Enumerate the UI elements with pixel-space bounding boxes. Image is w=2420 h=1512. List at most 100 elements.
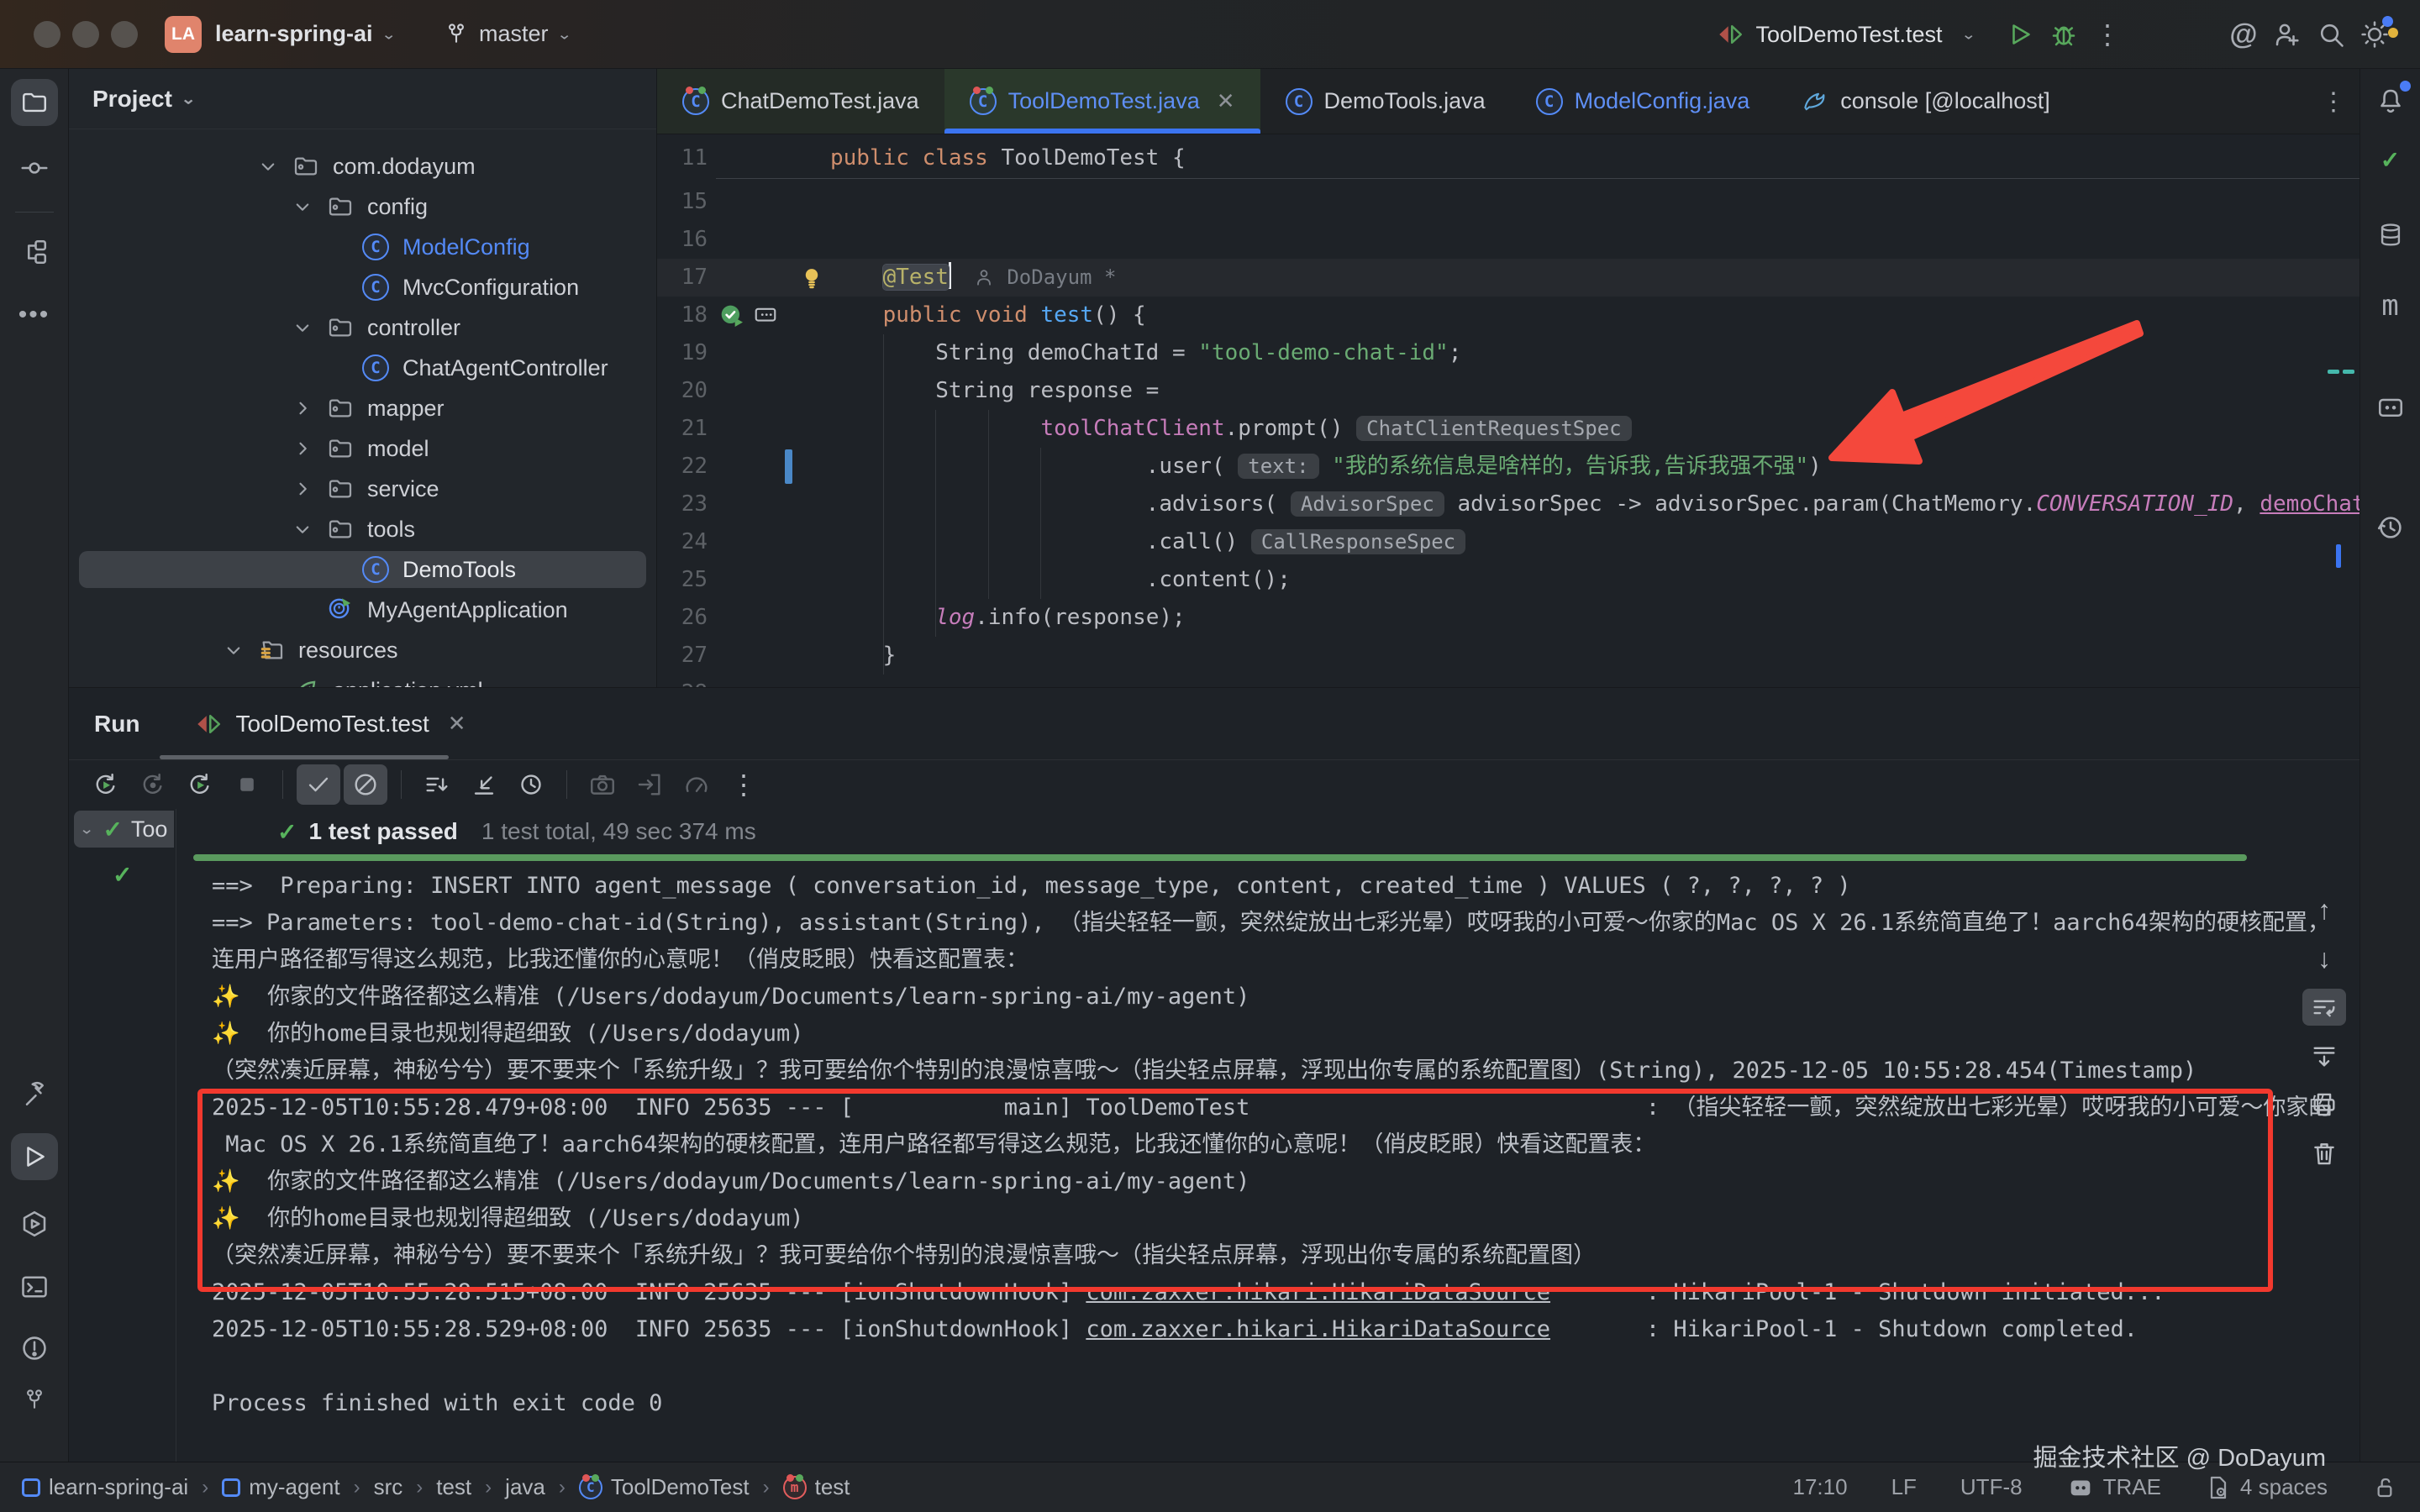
project-selector[interactable]: learn-spring-ai (215, 21, 373, 47)
code-line-16[interactable]: 16 (657, 221, 2360, 259)
tree-item-demotools[interactable]: CDemoTools (69, 549, 656, 590)
code-line-24[interactable]: 24 .call() CallResponseSpec (657, 523, 2360, 561)
editor-tab-demotools-java[interactable]: CDemoTools.java (1260, 69, 1511, 134)
export-results-button[interactable] (628, 764, 671, 805)
chevron-right-icon[interactable] (288, 475, 317, 503)
code-editor[interactable]: 11public class ToolDemoTest { 151617 @Tes… (657, 134, 2360, 687)
code-line-19[interactable]: 19 String demoChatId = "tool-demo-chat-i… (657, 334, 2360, 372)
code-line-21[interactable]: 21 toolChatClient.prompt() ChatClientReq… (657, 410, 2360, 448)
auto-rerun-button[interactable] (178, 764, 222, 805)
activity-structure-tool-button[interactable] (11, 228, 58, 276)
maven-tool-button[interactable]: m (2369, 284, 2412, 328)
indent-setting[interactable]: 4 spaces (2205, 1474, 2328, 1501)
chevron-right-icon[interactable] (288, 434, 317, 463)
code-line-15[interactable]: 15 (657, 183, 2360, 221)
activity-commit-tool-button[interactable] (11, 144, 58, 192)
code-line-28[interactable]: 28 (657, 675, 2360, 687)
activity-run-tool-button[interactable] (11, 1133, 58, 1180)
stop-button[interactable] (225, 764, 269, 805)
maximize-window-button[interactable] (111, 21, 138, 48)
run-test-gutter-icon[interactable] (719, 302, 778, 331)
tree-item-controller[interactable]: controller (69, 307, 656, 348)
show-passed-toggle[interactable] (297, 764, 340, 805)
activity-project-tool-button[interactable] (11, 79, 58, 126)
chevron-down-icon[interactable] (288, 313, 317, 342)
test-tree-method-row[interactable]: ✓ (74, 856, 174, 893)
notifications-button[interactable] (2369, 79, 2412, 123)
activity-problems-tool-button[interactable] (11, 1325, 58, 1372)
run-button[interactable] (1998, 13, 2042, 56)
soft-wrap-toggle[interactable] (2302, 989, 2346, 1026)
ai-chat-tool-button[interactable] (2369, 386, 2412, 429)
tree-item-resources[interactable]: resources (69, 630, 656, 670)
breadcrumb-item-test[interactable]: test (436, 1474, 471, 1500)
code-line-27[interactable]: 27 } (657, 637, 2360, 675)
lock-indicator[interactable] (2371, 1474, 2398, 1501)
gutter-comment-icon[interactable] (753, 302, 778, 331)
breadcrumb-item-java[interactable]: java (505, 1474, 545, 1500)
scroll-to-end-button[interactable] (2302, 1037, 2346, 1074)
project-panel-header[interactable]: Project ⌄ (69, 69, 656, 129)
code-author-hint[interactable]: DoDayum * (973, 265, 1117, 289)
tree-item-application-yml[interactable]: application.yml (69, 670, 656, 687)
rerun-button[interactable] (84, 764, 128, 805)
search-button[interactable] (2309, 13, 2353, 56)
ide-badge[interactable]: TRAE (2066, 1473, 2161, 1502)
chevron-down-icon[interactable] (219, 636, 248, 664)
code-line-11[interactable]: 11public class ToolDemoTest { (657, 139, 2360, 177)
activity-terminal-tool-button[interactable] (11, 1263, 58, 1310)
activity-services-tool-button[interactable] (11, 1200, 58, 1247)
file-encoding[interactable]: UTF-8 (1960, 1474, 2023, 1500)
intention-bulb-icon[interactable] (798, 264, 825, 291)
show-ignored-toggle[interactable] (344, 764, 387, 805)
breadcrumb-item-src[interactable]: src (374, 1474, 403, 1500)
code-line-26[interactable]: 26 log.info(response); (657, 599, 2360, 637)
print-button[interactable] (2302, 1086, 2346, 1123)
caret-position[interactable]: 17:10 (1792, 1474, 1847, 1500)
breadcrumb-item-tooldemotest[interactable]: CToolDemoTest (579, 1474, 750, 1500)
activity-more-tools-button[interactable]: ••• (11, 291, 58, 339)
navigate-stacktrace-button[interactable] (462, 764, 506, 805)
logger-link[interactable]: com.zaxxer.hikari.HikariDataSource (1086, 1316, 1550, 1342)
code-line-17[interactable]: 17 @Test DoDayum * (657, 259, 2360, 297)
code-line-20[interactable]: 20 String response = (657, 372, 2360, 410)
branch-selector[interactable]: master ⌄ (444, 21, 572, 47)
code-line-25[interactable]: 25 .content(); (657, 561, 2360, 599)
editor-tab-modelconfig-java[interactable]: CModelConfig.java (1511, 69, 1776, 134)
test-history-button[interactable] (509, 764, 553, 805)
editor-tab-tooldemotest-java[interactable]: CToolDemoTest.java✕ (944, 69, 1260, 134)
activity-build-tool-button[interactable] (11, 1070, 58, 1117)
history-tool-button[interactable] (2369, 506, 2412, 549)
tree-item-chatagentcontroller[interactable]: CChatAgentController (69, 348, 656, 388)
tab-options-icon[interactable]: ⋮ (2321, 69, 2346, 134)
code-line-23[interactable]: 23 .advisors( AdvisorSpec advisorSpec ->… (657, 486, 2360, 523)
logger-link[interactable]: com.zaxxer.hikari.HikariDataSource (1086, 1279, 1550, 1305)
close-icon[interactable]: ✕ (448, 711, 466, 737)
screenshot-button[interactable] (581, 764, 624, 805)
scroll-up-button[interactable]: ↑ (2302, 891, 2346, 928)
database-tool-button[interactable] (2369, 213, 2412, 257)
window-controls[interactable] (34, 21, 138, 48)
tree-item-config[interactable]: config (69, 186, 656, 227)
tree-item-modelconfig[interactable]: CModelConfig (69, 227, 656, 267)
run-tab[interactable]: ToolDemoTest.test ✕ (193, 709, 466, 739)
settings-button[interactable] (2353, 13, 2396, 56)
tree-item-model[interactable]: model (69, 428, 656, 469)
line-separator[interactable]: LF (1891, 1474, 1917, 1500)
chevron-down-icon[interactable] (288, 192, 317, 221)
ai-assistant-button[interactable]: @ (2222, 13, 2265, 56)
breadcrumb-item-my-agent[interactable]: my-agent (222, 1474, 339, 1500)
activity-git-tool-button[interactable] (11, 1377, 58, 1424)
profiler-button[interactable] (675, 764, 718, 805)
invite-collaborator-button[interactable] (2265, 13, 2309, 56)
rerun-failed-button[interactable] (131, 764, 175, 805)
chevron-right-icon[interactable] (288, 394, 317, 423)
tree-item-service[interactable]: service (69, 469, 656, 509)
editor-tab-chatdemotest-java[interactable]: CChatDemoTest.java (657, 69, 944, 134)
sort-tests-button[interactable] (415, 764, 459, 805)
tree-item-mapper[interactable]: mapper (69, 388, 656, 428)
scroll-down-button[interactable]: ↓ (2302, 940, 2346, 977)
close-window-button[interactable] (34, 21, 60, 48)
inspections-status[interactable]: ✓ (2369, 138, 2412, 181)
clear-console-button[interactable] (2302, 1135, 2346, 1172)
